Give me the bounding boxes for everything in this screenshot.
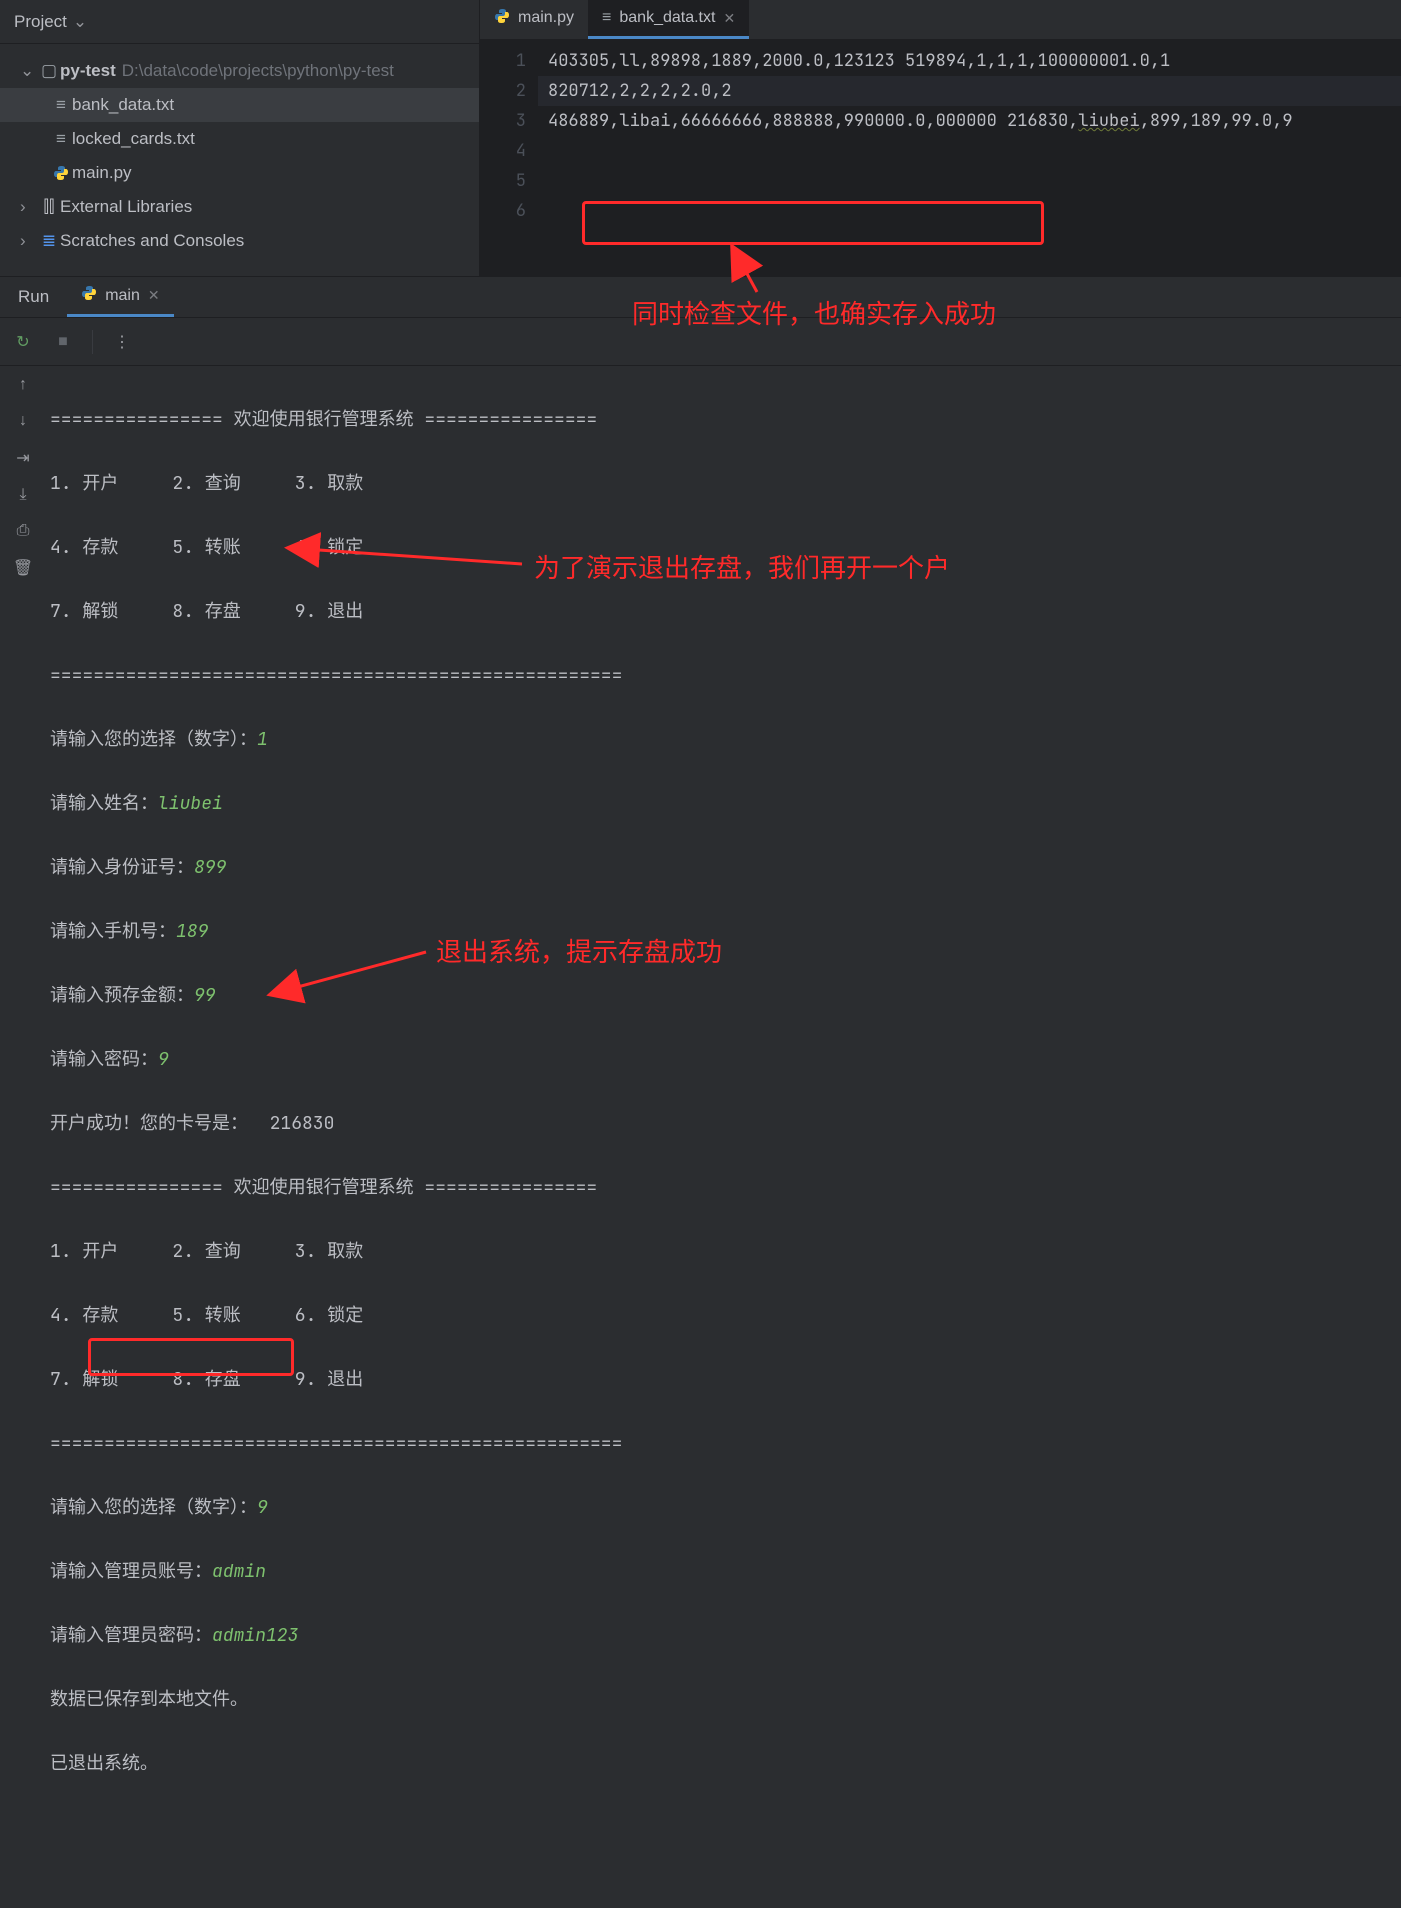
console-line: ================ 欢迎使用银行管理系统 ============… xyxy=(50,1172,1401,1204)
scroll-to-end-icon[interactable]: ⤓ xyxy=(19,486,26,504)
tree-external-libs[interactable]: › ⫿⫿ External Libraries xyxy=(0,190,479,224)
project-header[interactable]: Project ⌄ xyxy=(0,0,479,44)
tab-label: main.py xyxy=(518,9,574,27)
tree-file-main-py[interactable]: main.py xyxy=(0,156,479,190)
chevron-right-icon: › xyxy=(20,231,38,251)
code-line: 216830,liubei,899,189,99.0,9 xyxy=(1007,110,1293,132)
scratches-label: Scratches and Consoles xyxy=(60,231,244,251)
console-line: 请输入身份证号：899 xyxy=(50,852,1401,884)
run-tool-label: Run xyxy=(0,287,67,307)
root-path: D:\data\code\projects\python\py-test xyxy=(122,61,394,81)
console-line: 已退出系统。 xyxy=(50,1748,1401,1780)
up-icon[interactable]: ↑ xyxy=(19,376,27,394)
console-line: 请输入您的选择（数字）：9 xyxy=(50,1492,1401,1524)
tree-root[interactable]: ⌄ ▢ py-test D:\data\code\projects\python… xyxy=(0,54,479,88)
editor-tabs: main.py ≡ bank_data.txt ✕ xyxy=(480,0,1401,40)
code-line: 403305,ll,89898,1889,2000.0,123123 xyxy=(548,50,895,72)
chevron-right-icon: › xyxy=(20,197,38,217)
console-line: ================ 欢迎使用银行管理系统 ============… xyxy=(50,404,1401,436)
console-line: 请输入预存金额：99 xyxy=(50,980,1401,1012)
root-name: py-test xyxy=(60,61,116,81)
console-line: 7. 解锁 8. 存盘 9. 退出 xyxy=(50,596,1401,628)
library-icon: ⫿⫿ xyxy=(38,197,60,217)
console-line: 请输入手机号：189 xyxy=(50,916,1401,948)
tab-bank-data[interactable]: ≡ bank_data.txt ✕ xyxy=(588,0,749,39)
folder-icon: ▢ xyxy=(38,61,60,81)
python-file-icon xyxy=(81,285,97,306)
tab-label: bank_data.txt xyxy=(619,9,715,27)
tree-file-locked-cards[interactable]: ≡ locked_cards.txt xyxy=(0,122,479,156)
chevron-down-icon: ⌄ xyxy=(73,12,87,32)
close-icon[interactable]: ✕ xyxy=(148,287,160,304)
console-line: 请输入管理员账号：admin xyxy=(50,1556,1401,1588)
divider xyxy=(92,330,93,354)
stop-icon[interactable]: ■ xyxy=(50,329,76,355)
console-line: 4. 存款 5. 转账 6. 锁定 xyxy=(50,532,1401,564)
console-line: 开户成功！您的卡号是： 216830 xyxy=(50,1108,1401,1140)
code-line: 486889,libai,66666666,888888,990000.0,00… xyxy=(548,110,997,132)
code-line: 820712,2,2,2,2.0,2 xyxy=(538,76,1401,106)
file-label: bank_data.txt xyxy=(72,95,174,115)
console-left-toolbar: ↑ ↓ ⇥ ⤓ ⎙ 🗑 xyxy=(0,366,46,1239)
down-icon[interactable]: ↓ xyxy=(19,412,27,430)
rerun-icon[interactable]: ↻ xyxy=(10,329,36,355)
text-file-icon: ≡ xyxy=(50,95,72,115)
console-output[interactable]: ================ 欢迎使用银行管理系统 ============… xyxy=(46,366,1401,1239)
console-line: 4. 存款 5. 转账 6. 锁定 xyxy=(50,1300,1401,1332)
project-tree: ⌄ ▢ py-test D:\data\code\projects\python… xyxy=(0,44,479,258)
console-line: 请输入姓名：liubei xyxy=(50,788,1401,820)
python-file-icon xyxy=(50,165,72,181)
file-label: main.py xyxy=(72,163,132,183)
console-line: 7. 解锁 8. 存盘 9. 退出 xyxy=(50,1364,1401,1396)
editor-gutter: 123456 xyxy=(480,40,538,276)
chevron-down-icon: ⌄ xyxy=(20,61,38,81)
trash-icon[interactable]: 🗑 xyxy=(13,558,33,578)
project-tool-window: Project ⌄ ⌄ ▢ py-test D:\data\code\proje… xyxy=(0,0,480,276)
text-file-icon: ≡ xyxy=(50,129,72,149)
console-line: 请输入密码：9 xyxy=(50,1044,1401,1076)
console-line: 1. 开户 2. 查询 3. 取款 xyxy=(50,1236,1401,1268)
tree-file-bank-data[interactable]: ≡ bank_data.txt xyxy=(0,88,479,122)
editor-pane: main.py ≡ bank_data.txt ✕ 123456 403305,… xyxy=(480,0,1401,276)
file-label: locked_cards.txt xyxy=(72,129,195,149)
run-tab-label: main xyxy=(105,287,140,305)
run-toolbar: ↻ ■ ⋮ xyxy=(0,318,1401,366)
run-toolwindow-header: Run main ✕ xyxy=(0,276,1401,318)
run-tab-main[interactable]: main ✕ xyxy=(67,277,173,317)
print-icon[interactable]: ⎙ xyxy=(17,522,30,540)
tree-scratches[interactable]: › ≣ Scratches and Consoles xyxy=(0,224,479,258)
soft-wrap-icon[interactable]: ⇥ xyxy=(16,448,29,468)
code-line: 519894,1,1,1,100000001.0,1 xyxy=(905,50,1170,72)
console-line: 请输入管理员密码：admin123 xyxy=(50,1620,1401,1652)
console-line: 请输入您的选择（数字）：1 xyxy=(50,724,1401,756)
console-line: ========================================… xyxy=(50,1428,1401,1460)
external-libs-label: External Libraries xyxy=(60,197,192,217)
console-line: 1. 开户 2. 查询 3. 取款 xyxy=(50,468,1401,500)
text-file-icon: ≡ xyxy=(602,9,611,27)
tab-main-py[interactable]: main.py xyxy=(480,0,588,39)
annotation-box xyxy=(582,201,1044,245)
close-icon[interactable]: ✕ xyxy=(723,10,735,27)
project-tool-label: Project xyxy=(14,12,67,32)
scratches-icon: ≣ xyxy=(38,231,60,251)
editor-code[interactable]: 403305,ll,89898,1889,2000.0,123123 51989… xyxy=(538,40,1401,276)
more-icon[interactable]: ⋮ xyxy=(109,329,135,355)
editor-body[interactable]: 123456 403305,ll,89898,1889,2000.0,12312… xyxy=(480,40,1401,276)
console-line: 数据已保存到本地文件。 xyxy=(50,1684,1401,1716)
python-file-icon xyxy=(494,8,510,29)
console-line: ========================================… xyxy=(50,660,1401,692)
